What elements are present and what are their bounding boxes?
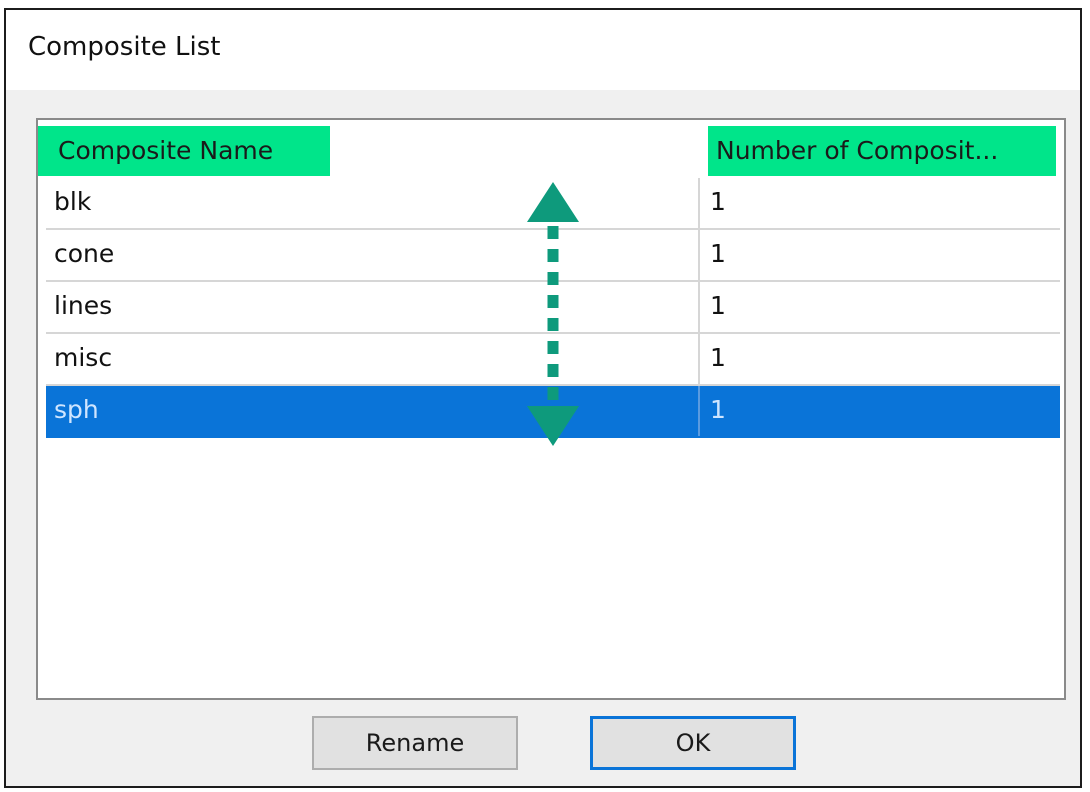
list-rows: blk 1 cone 1 lines 1 misc 1 sph 1: [46, 178, 1060, 438]
list-item[interactable]: blk 1: [46, 178, 1060, 230]
list-item[interactable]: cone 1: [46, 230, 1060, 282]
cell-composite-name: sph: [54, 395, 99, 424]
cell-composite-count: 1: [698, 386, 1060, 436]
list-item-selected[interactable]: sph 1: [46, 386, 1060, 438]
cell-composite-count: 1: [698, 282, 1060, 332]
list-item[interactable]: lines 1: [46, 282, 1060, 334]
column-header-composite-name[interactable]: Composite Name: [38, 126, 330, 176]
composite-list-view[interactable]: Composite Name Number of Composit... blk…: [36, 118, 1066, 700]
cell-composite-name: cone: [54, 239, 115, 268]
title-bar: Composite List: [6, 10, 1080, 90]
column-header-number-of-composites[interactable]: Number of Composit...: [708, 126, 1056, 176]
cell-composite-name: lines: [54, 291, 113, 320]
list-header: Composite Name Number of Composit...: [38, 120, 1064, 178]
dialog-title: Composite List: [28, 32, 221, 62]
list-item[interactable]: misc 1: [46, 334, 1060, 386]
cell-composite-count: 1: [698, 334, 1060, 384]
rename-button[interactable]: Rename: [312, 716, 518, 770]
cell-composite-count: 1: [698, 178, 1060, 228]
ok-button[interactable]: OK: [590, 716, 796, 770]
cell-composite-name: misc: [54, 343, 113, 372]
cell-composite-name: blk: [54, 187, 92, 216]
composite-list-dialog: Composite List Composite Name Number of …: [4, 8, 1082, 788]
cell-composite-count: 1: [698, 230, 1060, 280]
